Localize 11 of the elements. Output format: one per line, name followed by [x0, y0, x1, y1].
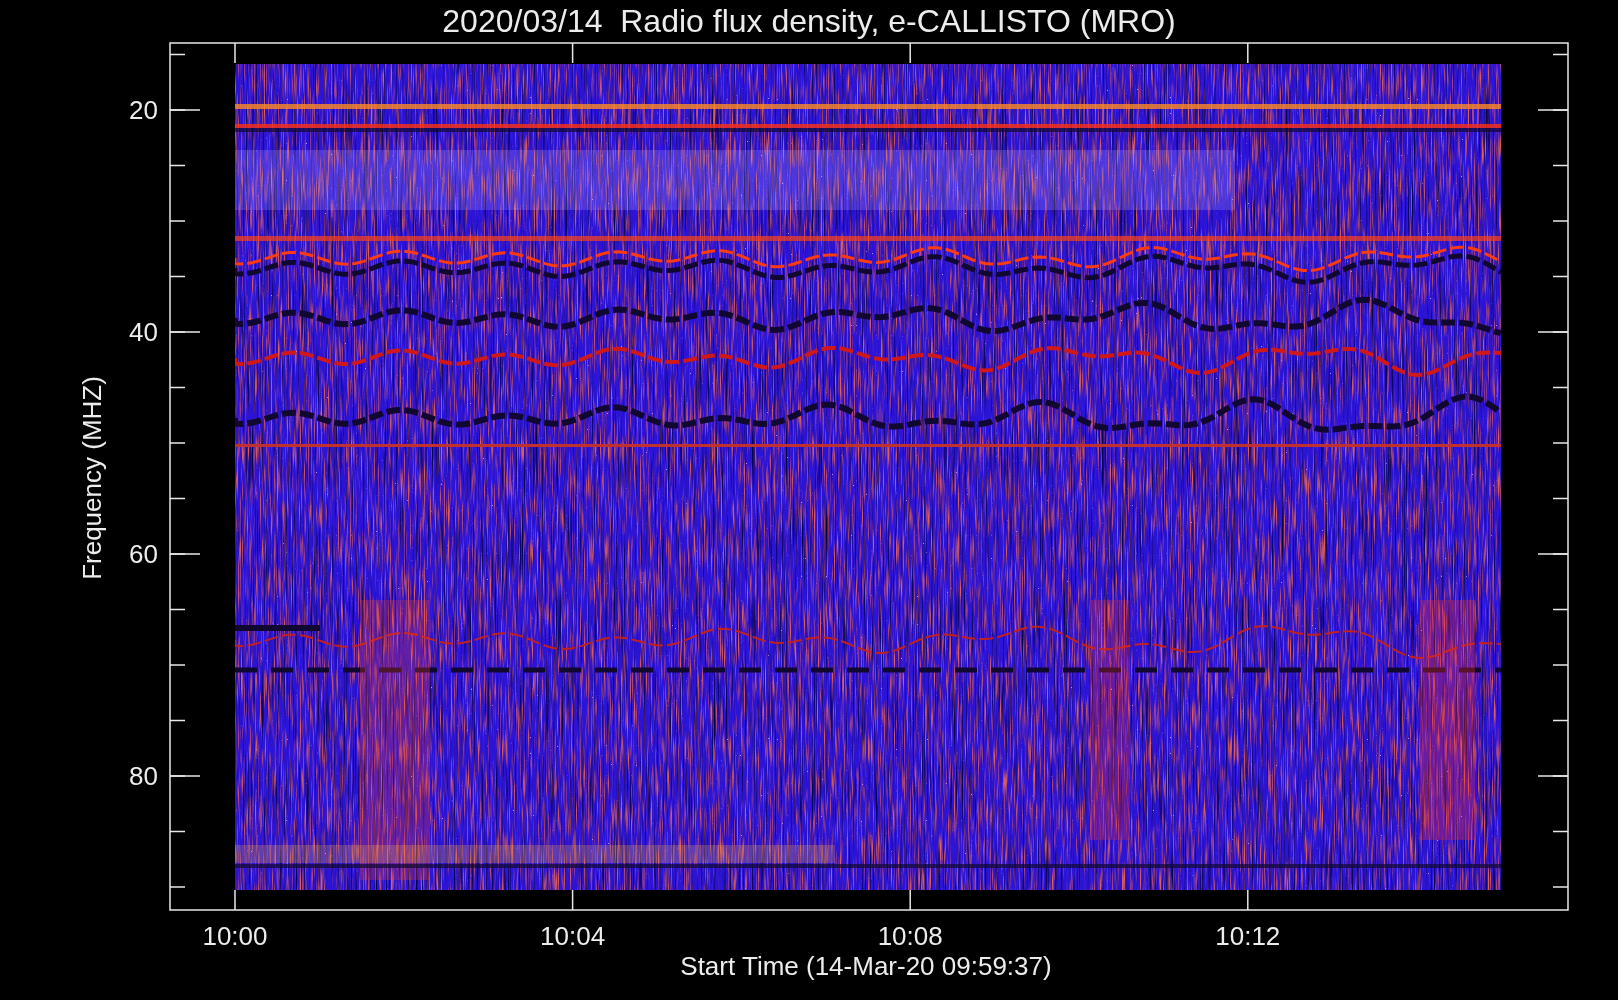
y-tick-label: 20 — [129, 95, 158, 125]
x-tick-label: 10:00 — [202, 921, 268, 951]
x-tick-label: 10:12 — [1215, 921, 1281, 951]
y-axis-label: Frequency (MHZ) — [77, 376, 107, 580]
chart-title: 2020/03/14 Radio flux density, e-CALLISTO (MRO) — [442, 3, 1176, 39]
y-tick-label: 40 — [129, 317, 158, 347]
x-axis-label: Start Time (14-Mar-20 09:59:37) — [680, 951, 1052, 981]
x-tick-label: 10:08 — [877, 921, 943, 951]
y-tick-label: 80 — [129, 761, 158, 791]
y-tick-label: 60 — [129, 539, 158, 569]
x-tick-label: 10:04 — [540, 921, 606, 951]
